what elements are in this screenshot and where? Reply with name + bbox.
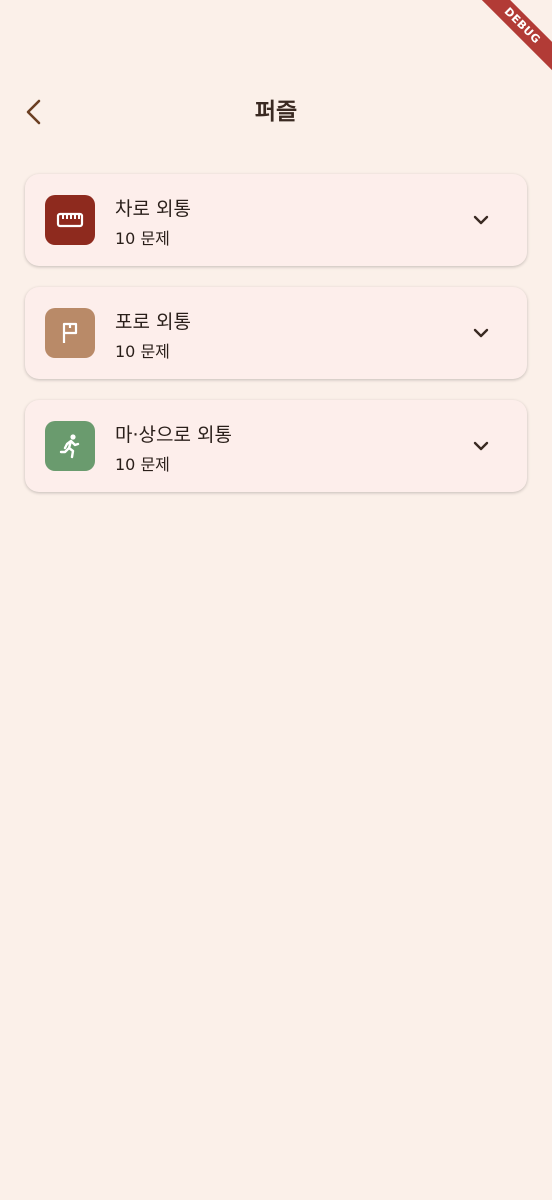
category-icon-tile — [45, 421, 95, 471]
expand-toggle[interactable] — [469, 321, 493, 345]
category-count: 10 문제 — [115, 455, 170, 474]
running-person-icon — [59, 434, 80, 459]
app-bar: 퍼즐 — [0, 80, 552, 144]
category-card-horse-elephant[interactable]: 마·상으로 외통 10 문제 — [25, 400, 527, 492]
expand-toggle[interactable] — [469, 208, 493, 232]
chevron-down-icon — [473, 215, 489, 225]
debug-banner-label: DEBUG — [472, 0, 552, 76]
category-card-rook[interactable]: 차로 외통 10 문제 — [25, 174, 527, 266]
category-list: 차로 외통 10 문제 포로 외통 10 문제 마·상으로 외통 10 문제 — [25, 174, 527, 513]
category-icon-tile — [45, 308, 95, 358]
expand-toggle[interactable] — [469, 434, 493, 458]
category-count: 10 문제 — [115, 342, 170, 361]
category-title: 차로 외통 — [115, 198, 191, 220]
category-icon-tile — [45, 195, 95, 245]
flag-icon — [62, 322, 78, 343]
chevron-down-icon — [473, 328, 489, 338]
category-title: 포로 외통 — [115, 311, 191, 333]
debug-banner: DEBUG — [462, 0, 552, 90]
chevron-down-icon — [473, 441, 489, 451]
ruler-icon — [56, 212, 84, 228]
category-card-cannon[interactable]: 포로 외통 10 문제 — [25, 287, 527, 379]
puzzle-screen: DEBUG 퍼즐 차로 외통 10 문제 포로 외통 10 문제 마·상으로 외… — [0, 0, 552, 1200]
page-title: 퍼즐 — [254, 99, 298, 125]
category-count: 10 문제 — [115, 229, 170, 248]
category-title: 마·상으로 외통 — [115, 424, 232, 446]
